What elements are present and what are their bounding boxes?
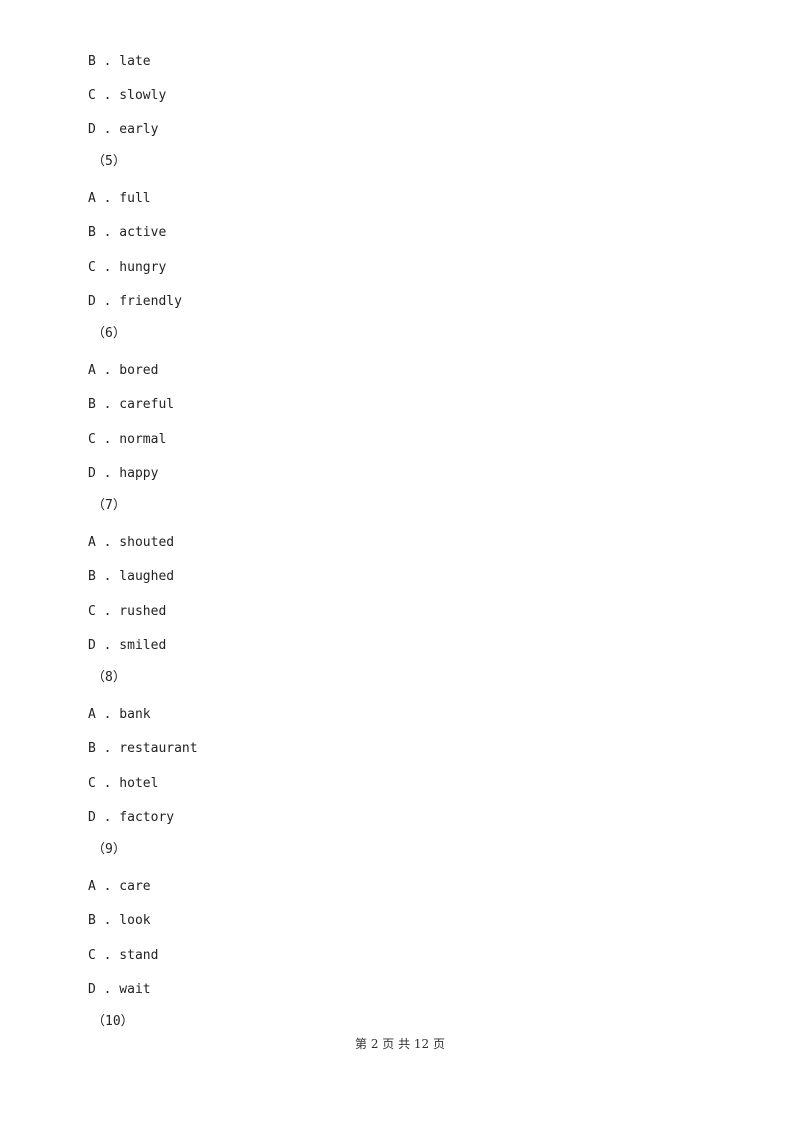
option-d: D . wait	[88, 982, 151, 997]
option-b: B . late	[88, 54, 151, 69]
option-c: C . stand	[88, 948, 159, 963]
option-c: C . rushed	[88, 604, 167, 619]
option-a: A . bored	[88, 363, 159, 378]
option-b: B . careful	[88, 397, 175, 412]
option-a: A . care	[88, 879, 151, 894]
option-c: C . slowly	[88, 88, 167, 103]
option-d: D . early	[88, 122, 159, 137]
option-a: A . full	[88, 191, 151, 206]
option-b: B . restaurant	[88, 741, 198, 756]
option-c: C . hotel	[88, 776, 159, 791]
option-a: A . bank	[88, 707, 151, 722]
option-a: A . shouted	[88, 535, 175, 550]
question-number: （10）	[92, 1014, 134, 1029]
option-d: D . factory	[88, 810, 175, 825]
option-b: B . look	[88, 913, 151, 928]
option-d: D . happy	[88, 466, 159, 481]
option-c: C . normal	[88, 432, 167, 447]
option-d: D . smiled	[88, 638, 167, 653]
question-number: （6）	[92, 326, 126, 341]
question-number: （7）	[92, 498, 126, 513]
option-b: B . laughed	[88, 569, 175, 584]
option-c: C . hungry	[88, 260, 167, 275]
option-b: B . active	[88, 225, 167, 240]
page-footer: 第 2 页 共 12 页	[355, 1037, 445, 1051]
question-number: （9）	[92, 842, 126, 857]
question-number: （5）	[92, 154, 126, 169]
option-d: D . friendly	[88, 294, 182, 309]
question-number: （8）	[92, 670, 126, 685]
